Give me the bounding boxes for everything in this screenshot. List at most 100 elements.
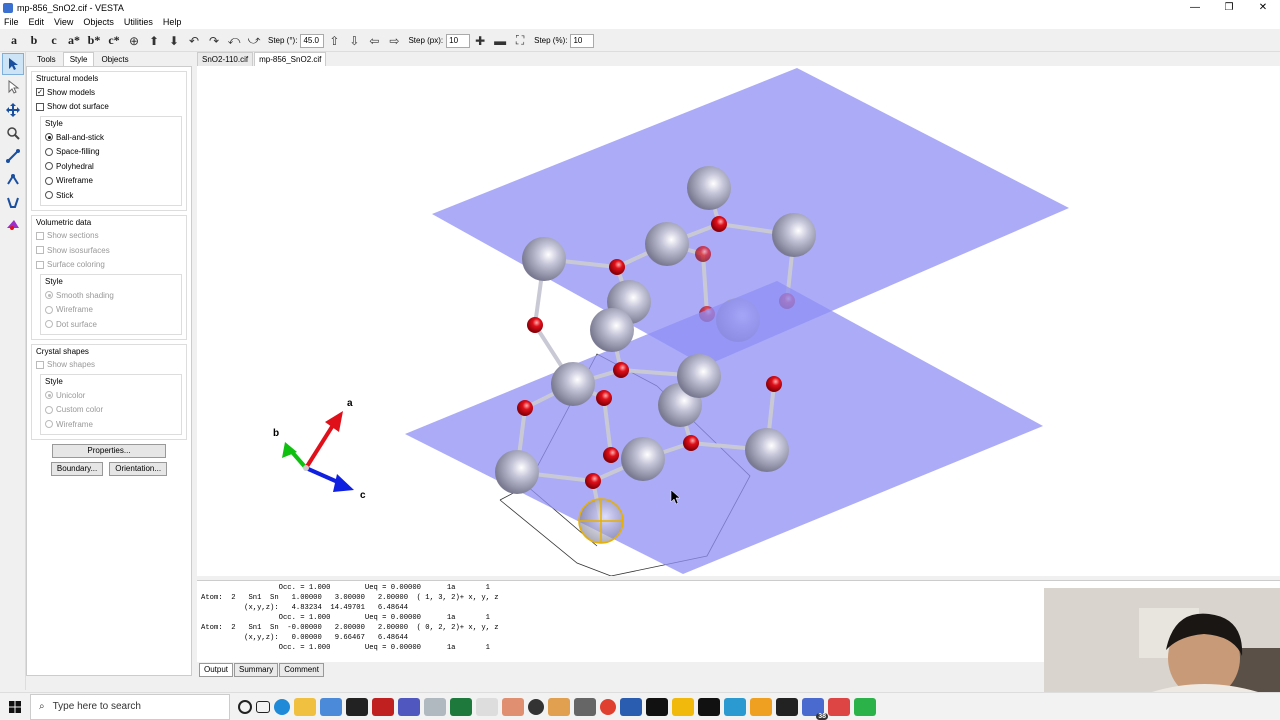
edge-icon[interactable] [274,698,290,715]
binance-icon[interactable] [672,697,694,716]
o-atom[interactable] [609,259,625,275]
move-up-icon[interactable]: ⇧ [324,31,344,51]
show-dot-surface-checkbox[interactable] [36,102,44,111]
o-atom[interactable] [603,447,619,463]
menu-objects[interactable]: Objects [83,17,114,27]
menu-view[interactable]: View [54,17,73,27]
mail-icon[interactable] [424,697,446,716]
distance-tool-button[interactable] [2,145,24,167]
sn-atom[interactable] [590,308,634,352]
app-icon[interactable] [724,697,746,716]
move-left-icon[interactable]: ⇦ [364,31,384,51]
orientation-button[interactable]: Orientation... [109,461,168,476]
excel-icon[interactable] [450,697,472,716]
sn-atom[interactable] [645,222,689,266]
menu-utilities[interactable]: Utilities [124,17,153,27]
move-down-icon[interactable]: ⇩ [344,31,364,51]
gmail-icon[interactable] [828,697,850,716]
translate-tool-button[interactable] [2,99,24,121]
o-atom[interactable] [711,216,727,232]
wireframe-radio[interactable] [45,176,53,185]
move-right-icon[interactable]: ⇨ [384,31,404,51]
boundary-button[interactable]: Boundary... [50,461,104,476]
structure-viewport[interactable]: a b c [197,66,1280,576]
filezilla-icon[interactable] [372,697,394,716]
magnify-tool-button[interactable] [2,122,24,144]
zoom-in-icon[interactable]: ✚ [470,31,490,51]
globe-icon[interactable]: ⊕ [124,31,144,51]
tab-mp-856-sno2[interactable]: mp-856_SnO2.cif [254,52,327,66]
polyhedral-radio[interactable] [45,162,53,171]
tab-objects[interactable]: Objects [94,52,135,66]
rotate-tool-button[interactable] [2,76,24,98]
dihedral-tool-button[interactable] [2,191,24,213]
zoom-out-icon[interactable]: ▬ [490,31,510,51]
o-atom[interactable] [585,473,601,489]
style-stick[interactable]: Stick [45,188,177,203]
o-atom[interactable] [613,362,629,378]
notes-icon[interactable] [548,697,570,716]
fit-to-window-icon[interactable]: ⛶ [510,31,530,51]
select-tool-button[interactable] [2,53,24,75]
menu-help[interactable]: Help [163,17,182,27]
menu-edit[interactable]: Edit [29,17,45,27]
o-atom[interactable] [527,317,543,333]
taskbar-search-input[interactable]: ⌕ Type here to search [30,693,230,720]
step-deg-input[interactable] [300,33,325,48]
step-pct-input[interactable] [570,33,595,48]
app-icon[interactable]: 38 [802,697,828,720]
show-models-row[interactable]: ✓ Show models [36,85,182,100]
tab-tools[interactable]: Tools [30,52,63,66]
style-ball-and-stick[interactable]: Ball-and-stick [45,130,177,145]
app-icon[interactable] [750,697,772,716]
tab-sno2-110[interactable]: SnO2-110.cif [197,52,254,66]
sn-atom[interactable] [551,362,595,406]
o-atom[interactable] [596,390,612,406]
tab-summary[interactable]: Summary [234,663,279,677]
calculator-icon[interactable] [574,697,596,716]
style-space-filling[interactable]: Space-filling [45,145,177,160]
word-icon[interactable] [620,697,642,716]
rotate-down-icon[interactable]: ⬇ [164,31,184,51]
step-px-input[interactable] [446,33,471,48]
obs-icon[interactable] [528,698,544,715]
stick-radio[interactable] [45,191,53,200]
minimize-button[interactable]: — [1178,0,1212,15]
sn-atom[interactable] [745,428,789,472]
plane-tool-button[interactable] [2,214,24,236]
angle-tool-button[interactable] [2,168,24,190]
style-polyhedral[interactable]: Polyhedral [45,159,177,174]
cortana-icon[interactable] [238,699,252,714]
o-atom[interactable] [517,400,533,416]
chrome-icon[interactable] [600,698,616,715]
view-along-a-button[interactable]: a [4,31,24,51]
terminal-icon[interactable] [346,697,368,716]
app-icon[interactable] [776,697,798,716]
sn-atom[interactable] [677,354,721,398]
o-atom[interactable] [683,435,699,451]
view-along-b-star-button[interactable]: b* [84,31,104,51]
file-explorer-icon[interactable] [294,697,316,716]
tab-output[interactable]: Output [199,663,234,677]
start-button[interactable] [0,700,30,713]
teams-icon[interactable] [398,697,420,716]
space-filling-radio[interactable] [45,147,53,156]
sn-atom[interactable] [495,450,539,494]
view-along-c-button[interactable]: c [44,31,64,51]
app-icon[interactable] [698,697,720,716]
o-atom[interactable] [695,246,711,262]
show-models-checkbox[interactable]: ✓ [36,88,44,97]
menu-file[interactable]: File [4,17,19,27]
ball-and-stick-radio[interactable] [45,133,53,142]
properties-button[interactable]: Properties... [52,443,166,458]
store-icon[interactable] [320,697,342,716]
sn-atom[interactable] [687,166,731,210]
vesta-icon[interactable] [502,697,524,716]
show-dot-surface-row[interactable]: Show dot surface [36,100,182,115]
view-along-b-button[interactable]: b [24,31,44,51]
rotate-cw-icon[interactable]: ⤻ [244,31,264,51]
close-button[interactable]: ✕ [1246,0,1280,15]
crystal-structure-render[interactable]: a b c [197,66,1280,576]
sn-atom[interactable] [621,437,665,481]
sn-atom[interactable] [772,213,816,257]
